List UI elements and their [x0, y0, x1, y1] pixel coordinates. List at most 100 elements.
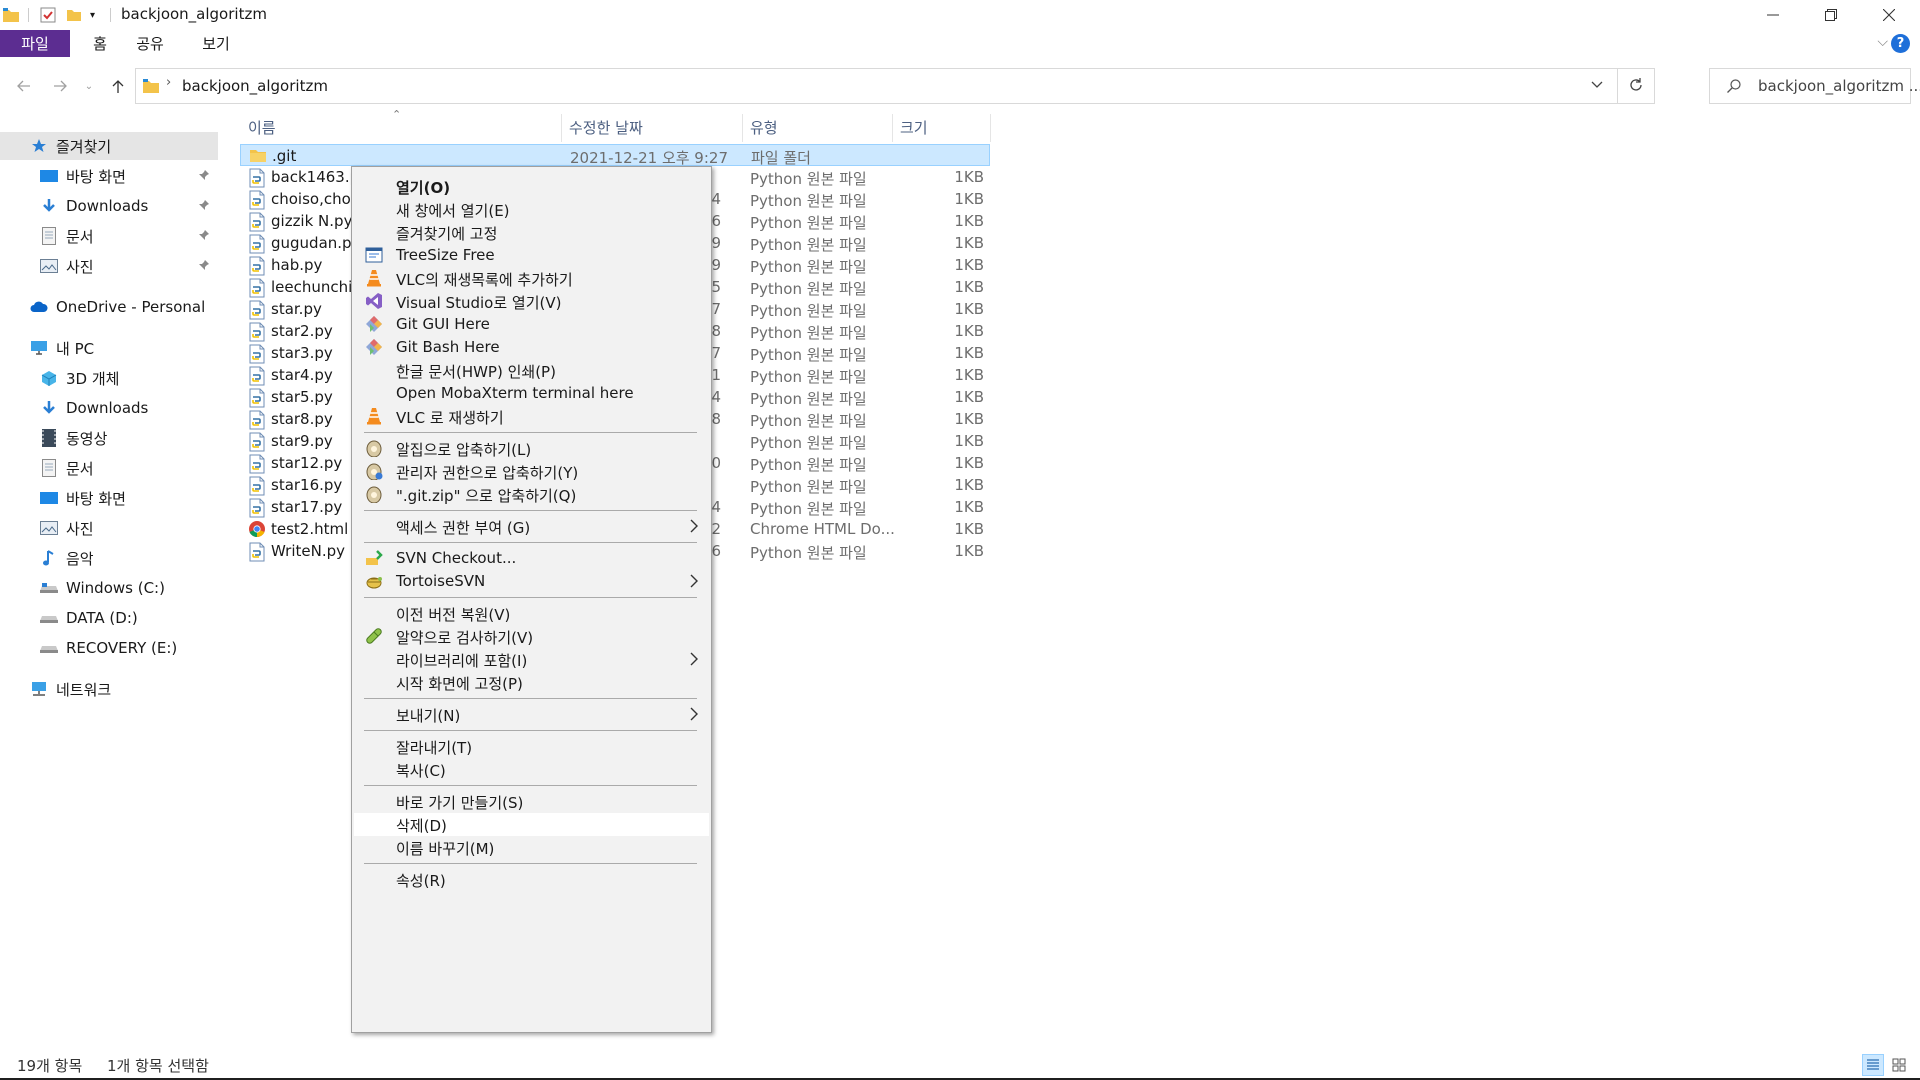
tab-file[interactable]: 파일	[0, 30, 70, 57]
back-button[interactable]	[12, 74, 36, 98]
tab-share[interactable]: 공유	[130, 30, 170, 57]
nav-item-onedrive[interactable]: OneDrive - Personal	[0, 293, 218, 321]
file-size: 1KB	[954, 498, 984, 516]
nav-item-downloads[interactable]: Downloads	[0, 394, 218, 422]
nav-item-drive-c[interactable]: Windows (C:)	[0, 574, 218, 602]
menu-item[interactable]: 열기(O)	[354, 175, 709, 198]
menu-item[interactable]: 관리자 권한으로 압축하기(Y)	[354, 460, 709, 483]
menu-item[interactable]: VLC의 재생목록에 추가하기	[354, 267, 709, 290]
file-name: WriteN.py	[271, 542, 345, 560]
menu-item[interactable]: 삭제(D)	[354, 813, 709, 836]
nav-item-3d-objects[interactable]: 3D 개체	[0, 364, 218, 392]
column-header-size[interactable]: 크기	[900, 112, 980, 142]
file-name: star12.py	[271, 454, 343, 472]
menu-item[interactable]: TreeSize Free	[354, 244, 709, 267]
menu-item[interactable]: Git GUI Here	[354, 313, 709, 336]
file-type: Python 원본 파일	[750, 346, 867, 364]
menu-item[interactable]: 시작 화면에 고정(P)	[354, 671, 709, 694]
menu-item[interactable]: 이전 버전 복원(V)	[354, 602, 709, 625]
expand-ribbon-icon[interactable]: ⌵	[1877, 34, 1888, 50]
refresh-icon[interactable]	[1628, 77, 1644, 93]
menu-item[interactable]: 속성(R)	[354, 868, 709, 891]
nav-label: 네트워크	[56, 680, 112, 699]
menu-item[interactable]: 보내기(N)	[354, 703, 709, 726]
menu-item[interactable]: ".git.zip" 으로 압축하기(Q)	[354, 483, 709, 506]
details-view-icon[interactable]	[1862, 1054, 1884, 1076]
large-icons-view-icon[interactable]	[1888, 1054, 1910, 1076]
search-box[interactable]: backjoon_algoritzm ...	[1709, 68, 1920, 104]
nav-item-this-pc[interactable]: 내 PC	[0, 334, 218, 362]
menu-item[interactable]: 새 창에서 열기(E)	[354, 198, 709, 221]
nav-item-favorites[interactable]: 즐겨찾기	[0, 132, 218, 160]
menu-item[interactable]: 복사(C)	[354, 758, 709, 781]
nav-item-pictures[interactable]: 사진	[0, 514, 218, 542]
properties-icon[interactable]	[40, 5, 56, 25]
nav-item-documents-quick[interactable]: 문서	[0, 222, 218, 250]
nav-item-desktop[interactable]: 바탕 화면	[0, 162, 218, 190]
tab-view[interactable]: 보기	[196, 30, 236, 57]
menu-item[interactable]: 잘라내기(T)	[354, 735, 709, 758]
menu-item[interactable]: Visual Studio로 열기(V)	[354, 290, 709, 313]
nav-item-network[interactable]: 네트워크	[0, 675, 218, 703]
help-icon[interactable]: ?	[1891, 34, 1910, 53]
address-bar[interactable]: › backjoon_algoritzm	[135, 68, 1655, 104]
menu-item-label: 열기(O)	[396, 179, 451, 197]
nav-item-downloads-quick[interactable]: Downloads	[0, 192, 218, 220]
column-header-type[interactable]: 유형	[750, 112, 890, 142]
address-dropdown-icon[interactable]	[1590, 77, 1604, 91]
column-divider[interactable]	[990, 114, 991, 142]
file-name: .git	[272, 147, 297, 165]
menu-item-label: SVN Checkout...	[396, 549, 517, 567]
menu-item[interactable]: 바로 가기 만들기(S)	[354, 790, 709, 813]
menu-item[interactable]: 알약으로 검사하기(V)	[354, 625, 709, 648]
column-divider[interactable]	[742, 114, 743, 142]
nav-item-documents[interactable]: 문서	[0, 454, 218, 482]
column-header-date[interactable]: 수정한 날짜	[569, 112, 739, 142]
file-name: star5.py	[271, 388, 333, 406]
menu-item-label: TortoiseSVN	[396, 572, 486, 590]
nav-item-drive-e[interactable]: RECOVERY (E:)	[0, 634, 218, 662]
search-icon	[1726, 78, 1742, 94]
drive-icon	[40, 639, 58, 657]
menu-item[interactable]: VLC 로 재생하기	[354, 405, 709, 428]
menu-item[interactable]: 즐겨찾기에 고정	[354, 221, 709, 244]
restore-button[interactable]	[1802, 0, 1860, 30]
nav-item-desktop-pc[interactable]: 바탕 화면	[0, 484, 218, 512]
column-divider[interactable]	[892, 114, 893, 142]
menu-item[interactable]: Open MobaXterm terminal here	[354, 382, 709, 405]
file-size: 1KB	[954, 322, 984, 340]
recent-locations-icon[interactable]: ⌄	[82, 74, 96, 98]
network-icon	[30, 680, 48, 698]
column-divider[interactable]	[561, 114, 562, 142]
menu-item[interactable]: 한글 문서(HWP) 인쇄(P)	[354, 359, 709, 382]
submenu-arrow-icon	[689, 518, 699, 534]
up-button[interactable]	[106, 74, 130, 98]
pin-icon	[198, 199, 210, 211]
nav-item-pictures-quick[interactable]: 사진	[0, 252, 218, 280]
nav-item-drive-d[interactable]: DATA (D:)	[0, 604, 218, 632]
nav-label: 문서	[66, 227, 94, 246]
new-folder-icon[interactable]	[66, 5, 82, 25]
file-size: 1KB	[954, 234, 984, 252]
breadcrumb-chevron-icon[interactable]: ›	[166, 75, 171, 90]
menu-item[interactable]: 라이브러리에 포함(I)	[354, 648, 709, 671]
menu-separator	[364, 510, 697, 511]
file-row[interactable]: .git 2021-12-21 오후 9:27 파일 폴더	[240, 144, 990, 167]
nav-label: 음악	[66, 549, 94, 568]
menu-item[interactable]: 액세스 권한 부여 (G)	[354, 515, 709, 538]
quick-access-dropdown-icon[interactable]: ▾	[90, 5, 95, 25]
nav-item-music[interactable]: 음악	[0, 544, 218, 572]
tab-home[interactable]: 홈	[80, 30, 120, 57]
menu-item-label: Git Bash Here	[396, 338, 500, 356]
nav-item-videos[interactable]: 동영상	[0, 424, 218, 452]
menu-item[interactable]: TortoiseSVN	[354, 570, 709, 593]
menu-item[interactable]: SVN Checkout...	[354, 547, 709, 570]
forward-button[interactable]	[48, 74, 72, 98]
python-file-icon	[248, 212, 266, 232]
menu-item[interactable]: Git Bash Here	[354, 336, 709, 359]
column-header-name[interactable]: 이름	[244, 112, 560, 142]
close-button[interactable]	[1860, 0, 1918, 30]
minimize-button[interactable]	[1744, 0, 1802, 30]
menu-item[interactable]: 이름 바꾸기(M)	[354, 836, 709, 859]
menu-item[interactable]: 알집으로 압축하기(L)	[354, 437, 709, 460]
